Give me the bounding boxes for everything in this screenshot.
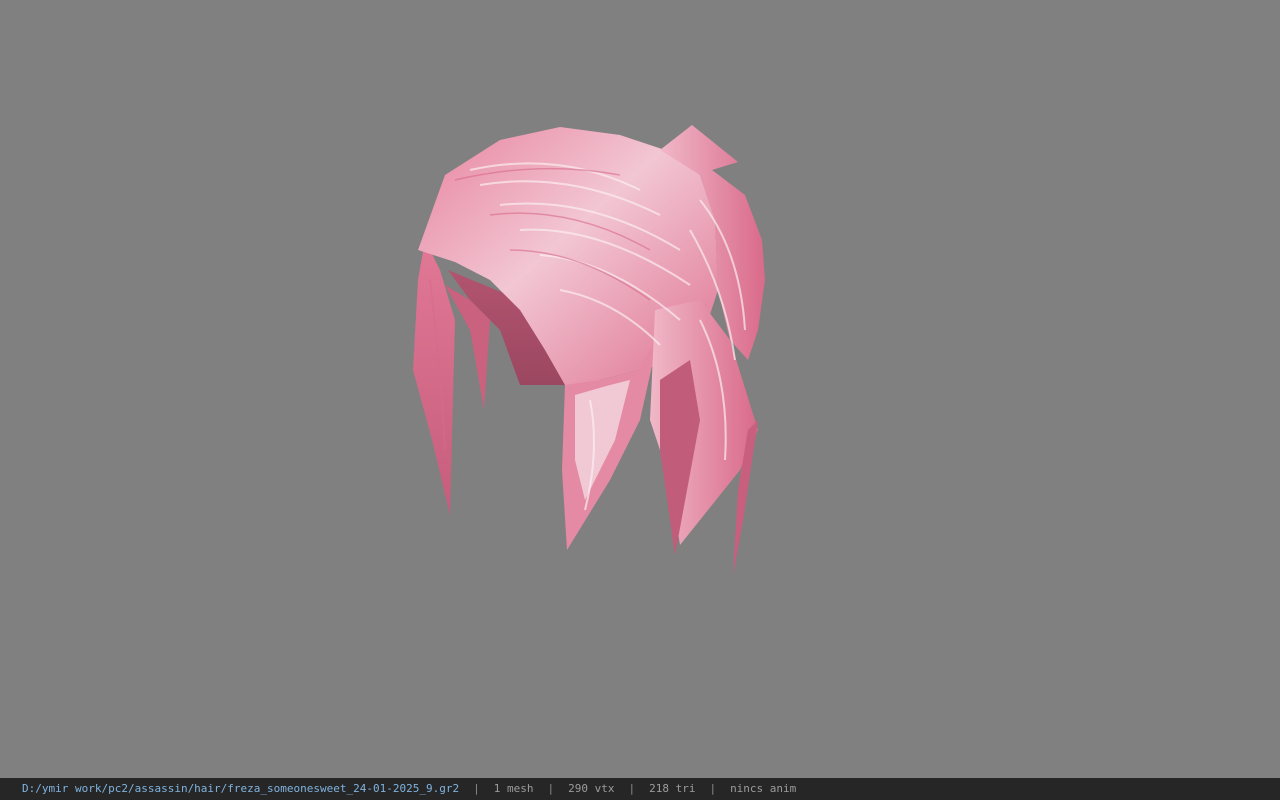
hair-model-render [413, 125, 765, 575]
vertex-count-label: 290 vtx [568, 782, 615, 795]
status-separator: | [709, 782, 717, 795]
hair-left-strand [413, 240, 455, 515]
status-separator: | [628, 782, 636, 795]
anim-status-label: nincs anim [730, 782, 797, 795]
model-viewport[interactable] [0, 0, 1280, 778]
status-separator: | [547, 782, 555, 795]
triangle-count-label: 218 tri [649, 782, 696, 795]
status-bar: D:/ymir work/pc2/assassin/hair/freza_som… [0, 778, 1280, 800]
file-path-label: D:/ymir work/pc2/assassin/hair/freza_som… [22, 782, 460, 795]
status-separator: | [473, 782, 480, 795]
mesh-count-label: 1 mesh [493, 782, 534, 795]
